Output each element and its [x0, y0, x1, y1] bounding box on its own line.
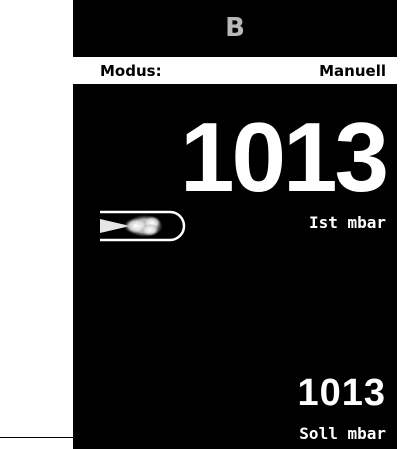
title-label: B — [225, 13, 245, 43]
gas-flow-valve-icon — [100, 210, 186, 242]
mode-value: Manuell — [319, 61, 386, 80]
screen: B Modus: Manuell 1013 Ist mbar 1013 Soll… — [0, 0, 405, 449]
divider-line — [0, 437, 73, 438]
mode-label: Modus: — [100, 61, 162, 80]
target-pressure-label: Soll mbar — [299, 424, 386, 443]
device-display-panel: B Modus: Manuell 1013 Ist mbar 1013 Soll… — [73, 0, 397, 449]
target-pressure-value: 1013 — [297, 372, 386, 414]
title-bar: B — [73, 0, 397, 56]
mode-row[interactable]: Modus: Manuell — [73, 57, 397, 84]
actual-pressure-label: Ist mbar — [308, 213, 386, 232]
actual-pressure-value: 1013 — [179, 102, 389, 212]
